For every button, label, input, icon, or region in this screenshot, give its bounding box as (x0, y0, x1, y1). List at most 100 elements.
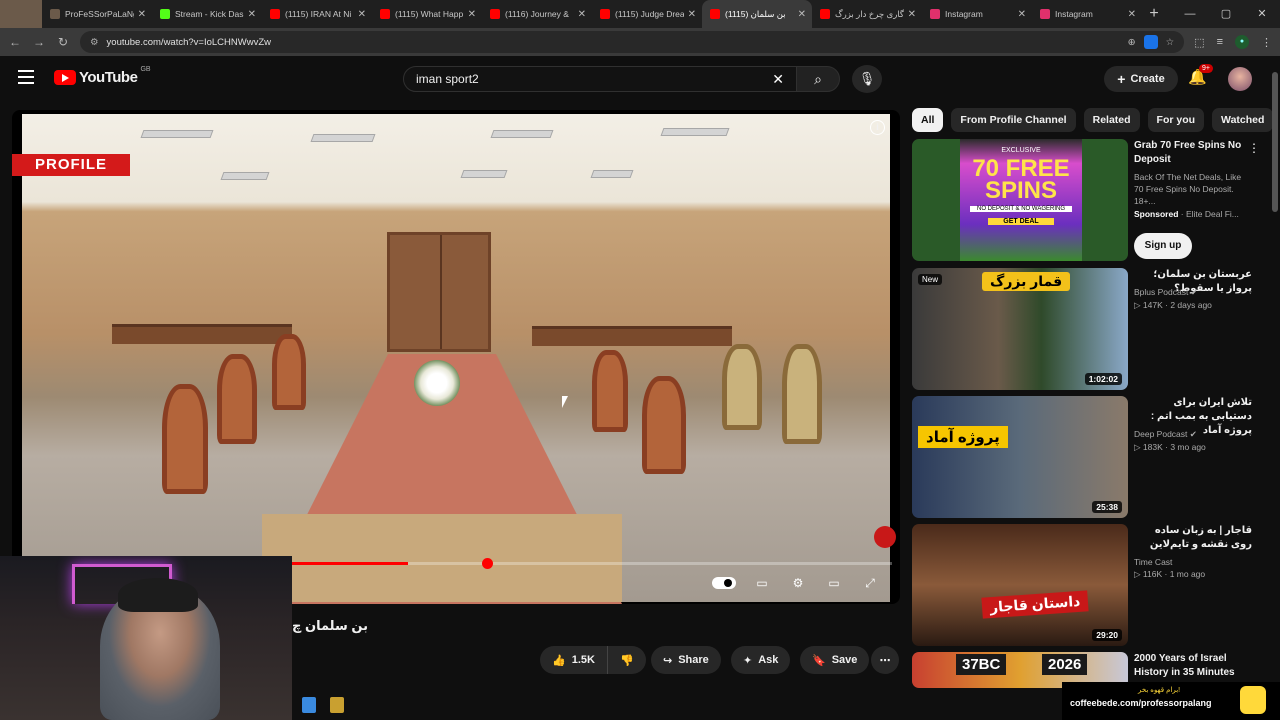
rec-thumbnail[interactable]: داستان قاجار 29:20 (912, 524, 1128, 646)
rec-title[interactable]: قاجار | به زبان ساده روی نقشه و تایم‌لای… (1134, 524, 1252, 552)
ceiling-light (140, 130, 214, 138)
sponsored-ad-card[interactable]: EXCLUSIVE 70 FREE SPINS NO DEPOSIT & NO … (912, 139, 1272, 261)
close-window-icon[interactable]: ✕ (1244, 0, 1280, 28)
winamp-app-icon[interactable] (330, 697, 344, 713)
profile-icon[interactable]: ● (1235, 35, 1249, 49)
sidebar-scrollbar[interactable] (1272, 60, 1278, 696)
filter-chip[interactable]: Related (1083, 108, 1140, 132)
autoplay-toggle[interactable] (712, 577, 736, 589)
browser-tab[interactable]: (1116) Journey & ✕ (482, 0, 592, 28)
reload-icon[interactable]: ↻ (56, 35, 70, 49)
new-tab-button[interactable]: + (1142, 5, 1166, 23)
ad-signup-button[interactable]: Sign up (1134, 233, 1192, 259)
search-button[interactable]: ⌕ (796, 66, 840, 92)
clear-search-icon[interactable]: ✕ (772, 71, 784, 88)
extension-icon[interactable] (1143, 35, 1158, 49)
progress-scrubber[interactable] (482, 558, 493, 569)
ad-thumbnail[interactable]: EXCLUSIVE 70 FREE SPINS NO DEPOSIT & NO … (912, 139, 1128, 261)
fullscreen-icon[interactable]: ⤢ (860, 576, 880, 590)
browser-tab[interactable]: گاری چرخ دار بزرگ ✕ (812, 0, 922, 28)
views-icon: ▷ (1134, 300, 1141, 310)
like-button[interactable]: 👍 1.5K (540, 646, 608, 674)
close-tab-icon[interactable]: ✕ (1018, 9, 1026, 20)
ask-button[interactable]: ✦ Ask (731, 646, 791, 674)
settings-gear-icon[interactable]: ⚙ (788, 576, 808, 590)
thumbnail-overlay-text: داستان قاجار (981, 590, 1090, 619)
tab-favicon-icon (1040, 9, 1050, 19)
close-tab-icon[interactable]: ✕ (248, 9, 256, 20)
browser-tab[interactable]: ProFeSSorPaLaNg ✕ (42, 0, 152, 28)
filter-chip[interactable]: For you (1147, 108, 1205, 132)
reading-list-icon[interactable]: ≡ (1217, 36, 1223, 48)
thumbnail-overlay-text: قمار بزرگ (982, 272, 1071, 291)
ad-img-button: GET DEAL (988, 218, 1054, 225)
extensions-puzzle-icon[interactable]: ⬚ (1194, 36, 1204, 49)
info-icon[interactable]: i (870, 120, 885, 135)
scrollbar-thumb[interactable] (1272, 72, 1278, 212)
filter-chip[interactable]: From Profile Channel (951, 108, 1076, 132)
video-player[interactable]: PROFILE i ▭ ⚙ ▭ ⤢ (12, 110, 900, 604)
recommendation-item[interactable]: داستان قاجار 29:20 قاجار | به زبان ساده … (912, 524, 1272, 646)
profile-brand-logo: PROFILE (12, 154, 130, 176)
browser-tab[interactable]: (1115) IRAN At Ni ✕ (262, 0, 372, 28)
voice-search-button[interactable]: 🎙 (852, 65, 882, 93)
forward-icon[interactable]: → (32, 35, 46, 49)
close-tab-icon[interactable]: ✕ (688, 9, 696, 20)
browser-tab[interactable]: Instagram ✕ (1032, 0, 1142, 28)
filter-chip[interactable]: Watched (1212, 108, 1274, 132)
minimize-icon[interactable]: — (1172, 0, 1208, 28)
close-tab-icon[interactable]: ✕ (578, 9, 586, 20)
tab-title: Instagram (1055, 9, 1093, 19)
back-icon[interactable]: ← (8, 35, 22, 49)
ad-img-tag: EXCLUSIVE (1001, 147, 1041, 154)
close-tab-icon[interactable]: ✕ (908, 9, 916, 20)
browser-tab[interactable]: (1115) What Happ ✕ (372, 0, 482, 28)
browser-profile-avatar[interactable] (0, 0, 42, 28)
browser-tab[interactable]: Stream - Kick Das ✕ (152, 0, 262, 28)
close-tab-icon[interactable]: ✕ (468, 9, 476, 20)
browser-menu-icon[interactable]: ⋮ (1261, 36, 1272, 49)
close-tab-icon[interactable]: ✕ (358, 9, 366, 20)
close-tab-icon[interactable]: ✕ (1128, 9, 1136, 20)
rec-channel[interactable]: Time Cast (1134, 557, 1252, 567)
close-tab-icon[interactable]: ✕ (798, 9, 806, 20)
captions-icon[interactable]: ▭ (752, 576, 772, 590)
ad-menu-icon[interactable]: ⋮ (1248, 141, 1260, 155)
progress-bar[interactable] (292, 562, 892, 565)
user-avatar[interactable] (1228, 67, 1252, 91)
filter-chip[interactable]: All (912, 108, 944, 132)
advertiser-name: · Elite Deal Fi... (1180, 209, 1239, 219)
rec-channel[interactable]: Bplus Podcast ✔ (1134, 287, 1252, 298)
save-button[interactable]: 🔖 Save (800, 646, 870, 674)
bookmark-star-icon[interactable]: ☆ (1166, 37, 1175, 48)
share-button[interactable]: ↪ Share (651, 646, 721, 674)
browser-tab[interactable]: (1115) Judge Drea ✕ (592, 0, 702, 28)
url-bar[interactable]: ⚙ youtube.com/watch?v=IoLCHNWwvZw ⊕ ☆ (80, 31, 1185, 53)
tab-title: Stream - Kick Das (175, 9, 244, 19)
rec-stats: 147K · 2 days ago (1142, 300, 1212, 310)
close-tab-icon[interactable]: ✕ (138, 9, 146, 20)
hamburger-menu-icon[interactable] (18, 70, 34, 84)
zoom-icon[interactable]: ⊕ (1128, 37, 1136, 48)
recommendation-item[interactable]: New قمار بزرگ 1:02:02 عربستان بن سلمان؛ … (912, 268, 1272, 390)
more-actions-button[interactable]: ⋯ (871, 646, 899, 674)
rec-thumbnail[interactable]: پروژه آماد 25:38 (912, 396, 1128, 518)
ad-title[interactable]: Grab 70 Free Spins No Deposit (1134, 139, 1252, 167)
coffee-cup-icon (1240, 686, 1266, 714)
theater-mode-icon[interactable]: ▭ (824, 576, 844, 590)
save-label: Save (831, 654, 858, 666)
rec-title[interactable]: 2000 Years of Israel History in 35 Minut… (1134, 652, 1252, 680)
rec-channel[interactable]: Deep Podcast ✔ (1134, 429, 1252, 440)
chair (162, 384, 208, 494)
maximize-icon[interactable]: ▢ (1208, 0, 1244, 28)
browser-tab[interactable]: (1115) بن سلمان ✕ (702, 0, 812, 28)
youtube-logo[interactable]: YouTube GB (54, 66, 151, 86)
site-info-icon[interactable]: ⚙ (90, 37, 99, 48)
rec-thumbnail[interactable]: New قمار بزرگ 1:02:02 (912, 268, 1128, 390)
search-input[interactable]: iman sport2 ✕ (403, 66, 797, 92)
dislike-button[interactable]: 👎 (607, 646, 646, 674)
recommendation-item[interactable]: پروژه آماد 25:38 تلاش ایران برای دستیابی… (912, 396, 1272, 518)
create-button[interactable]: + Create (1104, 66, 1178, 92)
notepad-app-icon[interactable] (302, 697, 316, 713)
browser-tab[interactable]: Instagram ✕ (922, 0, 1032, 28)
